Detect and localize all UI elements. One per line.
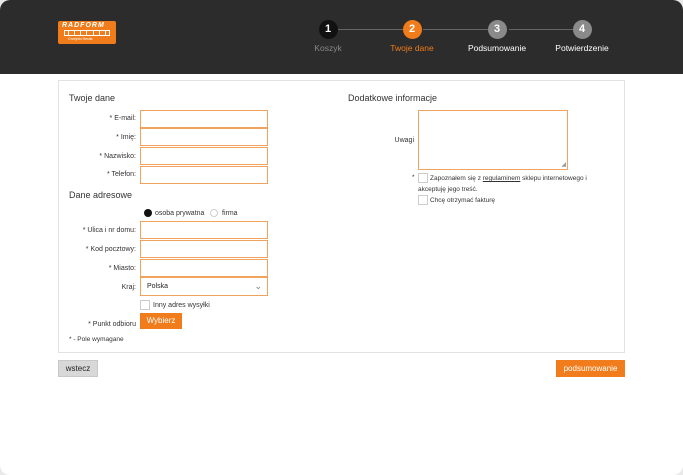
zip-field[interactable] bbox=[140, 240, 268, 258]
terms-link[interactable]: regulaminem bbox=[483, 175, 521, 182]
logo-tagline: Grzejniki Hestia bbox=[68, 37, 93, 41]
resize-grip-icon: ◢ bbox=[561, 162, 566, 168]
email-field[interactable] bbox=[140, 110, 268, 128]
step-label: Potwierdzenie bbox=[555, 43, 609, 53]
logo[interactable]: RADFORM Grzejniki Hestia bbox=[58, 21, 116, 44]
step-number: 1 bbox=[318, 20, 338, 39]
summary-button[interactable]: podsumowanie bbox=[556, 360, 625, 377]
choose-pickup-button[interactable]: Wybierz bbox=[140, 313, 182, 329]
step-label: Podsumowanie bbox=[467, 43, 527, 53]
phone-field[interactable] bbox=[140, 166, 268, 184]
invoice-checkbox[interactable] bbox=[418, 195, 428, 205]
terms-text-part: Zapoznałem się z bbox=[430, 175, 483, 182]
notes-label: Uwagi bbox=[394, 137, 414, 144]
email-label: * E-mail: bbox=[109, 115, 136, 122]
logo-radiator-icon bbox=[64, 30, 110, 36]
terms-checkbox[interactable] bbox=[418, 173, 428, 183]
country-select[interactable]: Polska ⌄ bbox=[140, 277, 268, 296]
last-name-field[interactable] bbox=[140, 147, 268, 165]
step-number: 2 bbox=[402, 20, 422, 39]
step-label: Twoje dane bbox=[390, 43, 434, 53]
radio-private-label: osoba prywatna bbox=[155, 210, 205, 217]
terms-text: Zapoznałem się z regulaminem sklepu inte… bbox=[430, 173, 587, 184]
back-button[interactable]: wstecz bbox=[58, 360, 98, 377]
country-label: Kraj: bbox=[121, 284, 136, 291]
step-summary[interactable]: 3 Podsumowanie bbox=[452, 20, 542, 53]
street-field[interactable] bbox=[140, 221, 268, 239]
required-fields-note: * - Pole wymagane bbox=[69, 336, 124, 343]
checkout-page: RADFORM Grzejniki Hestia 1 Koszyk 2 Twoj… bbox=[0, 0, 683, 475]
section-title-your-data: Twoje dane bbox=[69, 93, 116, 103]
form-panel: Twoje dane * E-mail: * Imię: * Nazwisko:… bbox=[58, 80, 625, 353]
step-confirmation[interactable]: 4 Potwierdzenie bbox=[537, 20, 627, 53]
step-label: Koszyk bbox=[314, 43, 342, 53]
first-name-label: * Imię: bbox=[116, 134, 136, 141]
header: RADFORM Grzejniki Hestia 1 Koszyk 2 Twoj… bbox=[0, 0, 683, 74]
radio-company-label: firma bbox=[222, 210, 238, 217]
section-title-address: Dane adresowe bbox=[69, 190, 133, 200]
pickup-point-label: * Punkt odbioru bbox=[88, 321, 136, 328]
step-cart[interactable]: 1 Koszyk bbox=[283, 20, 373, 53]
step-number: 4 bbox=[572, 20, 592, 39]
terms-text-line2: akceptuję jego treść. bbox=[418, 186, 478, 193]
section-title-additional-info: Dodatkowe informacje bbox=[348, 93, 438, 103]
notes-textarea[interactable]: ◢ bbox=[418, 110, 568, 170]
other-shipping-label: Inny adres wysyłki bbox=[153, 302, 210, 309]
first-name-field[interactable] bbox=[140, 128, 268, 146]
zip-label: * Kod pocztowy: bbox=[85, 246, 136, 253]
street-label: * Ulica i nr domu: bbox=[82, 227, 136, 234]
city-label: * Miasto: bbox=[108, 265, 136, 272]
other-shipping-checkbox[interactable] bbox=[140, 300, 150, 310]
terms-text-part: sklepu internetowego i bbox=[520, 175, 587, 182]
chevron-down-icon: ⌄ bbox=[254, 281, 262, 291]
logo-brand: RADFORM bbox=[62, 22, 105, 29]
terms-required-star: * bbox=[412, 174, 415, 181]
radio-private-person[interactable] bbox=[144, 209, 152, 217]
city-field[interactable] bbox=[140, 259, 268, 277]
radio-company[interactable] bbox=[210, 209, 218, 217]
step-number: 3 bbox=[487, 20, 507, 39]
invoice-label: Chcę otrzymać fakturę bbox=[430, 197, 496, 204]
phone-label: * Telefon: bbox=[106, 171, 136, 178]
step-your-data[interactable]: 2 Twoje dane bbox=[367, 20, 457, 53]
last-name-label: * Nazwisko: bbox=[99, 153, 136, 160]
country-value: Polska bbox=[147, 283, 169, 290]
